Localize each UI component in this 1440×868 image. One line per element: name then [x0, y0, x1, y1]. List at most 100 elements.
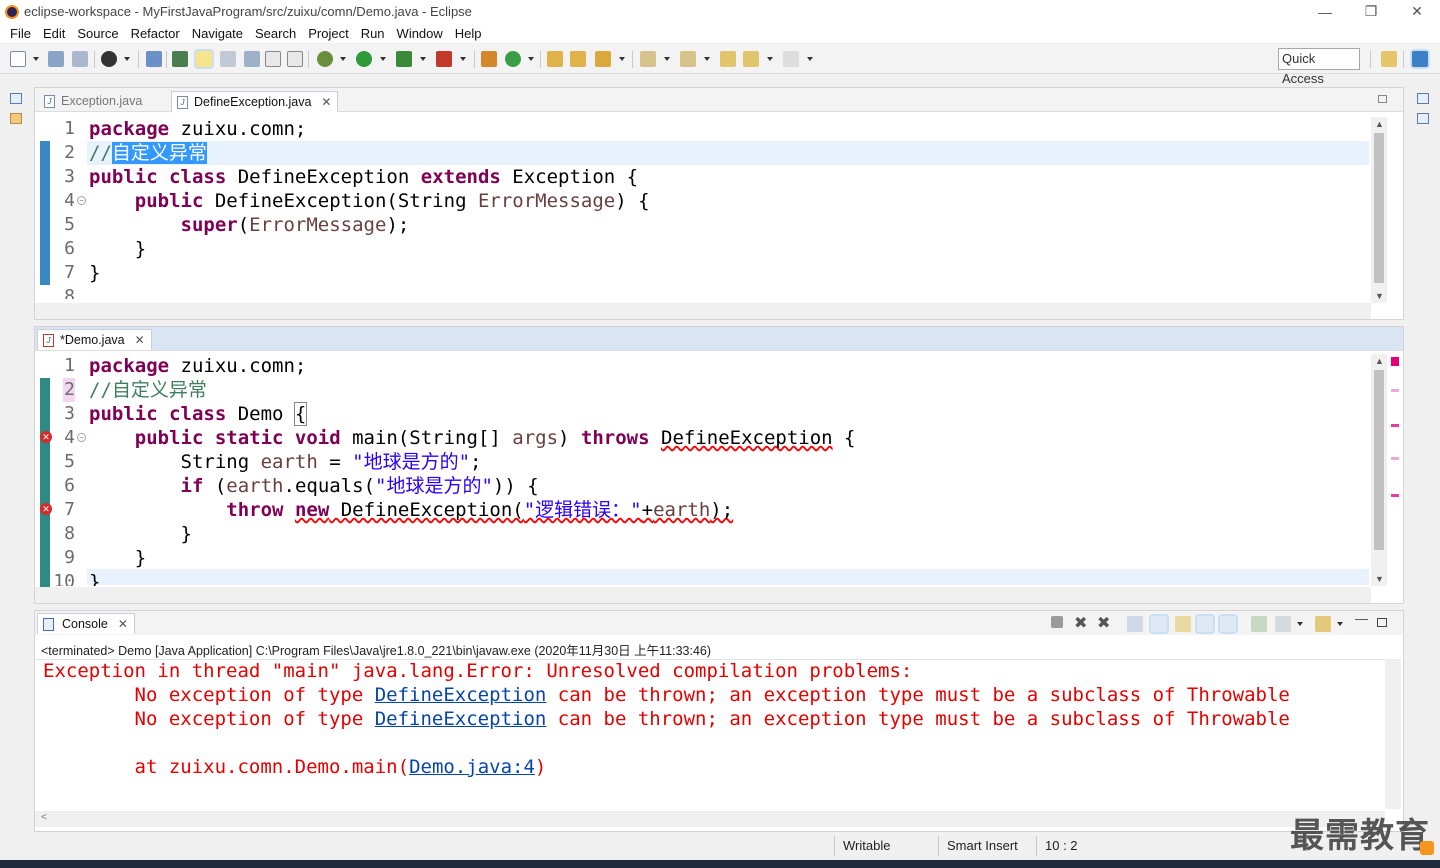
error-marker-icon[interactable]: ✕ [40, 503, 52, 515]
show-source-icon[interactable] [265, 51, 281, 67]
debug-icon[interactable] [317, 51, 333, 67]
error-marker-icon[interactable]: ✕ [40, 431, 52, 443]
back-dropdown-icon[interactable] [767, 57, 773, 61]
forward-icon[interactable] [783, 51, 799, 67]
fold-toggle-icon[interactable]: − [77, 196, 86, 205]
clear-console-icon[interactable] [1127, 616, 1143, 632]
new-file-icon[interactable] [10, 51, 26, 67]
quick-access-input[interactable]: Quick Access [1278, 48, 1360, 86]
menu-window[interactable]: Window [391, 26, 449, 41]
menu-search[interactable]: Search [249, 26, 302, 41]
horizontal-scrollbar[interactable]: < [35, 811, 1385, 827]
stack-trace-link[interactable]: Demo.java:4 [409, 756, 535, 778]
forward-dropdown-icon[interactable] [807, 57, 813, 61]
back-icon[interactable] [743, 51, 759, 67]
annotation-marker[interactable] [1391, 389, 1399, 392]
search-dropdown-icon[interactable] [619, 57, 625, 61]
menu-refactor[interactable]: Refactor [125, 26, 186, 41]
minimize-view-icon[interactable]: — [1355, 611, 1368, 626]
save-all-icon[interactable] [72, 51, 88, 67]
scrollbar-thumb[interactable] [1374, 370, 1384, 550]
coverage-icon[interactable] [396, 51, 412, 67]
maximize-button[interactable]: ❐ [1348, 0, 1394, 23]
word-wrap-icon[interactable] [1175, 616, 1191, 632]
new-class-dropdown-icon[interactable] [528, 57, 534, 61]
open-folder-icon[interactable] [547, 51, 563, 67]
package-explorer-icon[interactable] [10, 113, 22, 124]
horizontal-scrollbar[interactable] [35, 303, 1371, 319]
scroll-lock-icon[interactable] [1151, 616, 1167, 632]
menu-file[interactable]: File [4, 26, 37, 41]
tab-demo-java[interactable]: J *Demo.java ✕ [37, 329, 152, 350]
horizontal-scrollbar[interactable] [35, 587, 1371, 603]
java-perspective-icon[interactable] [1412, 51, 1428, 67]
open-perspective-icon[interactable] [1381, 51, 1397, 67]
close-button[interactable]: ✕ [1394, 0, 1440, 23]
error-marker[interactable] [1391, 424, 1399, 427]
menu-project[interactable]: Project [302, 26, 354, 41]
vertical-scrollbar[interactable] [1385, 659, 1401, 809]
outline-icon[interactable] [1417, 113, 1429, 124]
search-icon[interactable] [595, 51, 611, 67]
show-on-stdout-icon[interactable] [1197, 616, 1213, 632]
fold-toggle-icon[interactable]: − [77, 433, 86, 442]
restore-icon[interactable] [1417, 93, 1429, 104]
minimize-button[interactable]: — [1302, 0, 1348, 23]
scrollbar-thumb[interactable] [1374, 133, 1384, 283]
run-icon[interactable] [356, 51, 372, 67]
new-dropdown-icon[interactable] [33, 57, 39, 61]
block-selection-icon[interactable] [220, 51, 236, 67]
profile-dropdown-icon[interactable] [124, 57, 130, 61]
mark-occurrences-icon[interactable] [196, 51, 212, 67]
open-console-dropdown-icon[interactable] [1337, 622, 1343, 626]
tab-define-exception-java[interactable]: J DefineException.java ✕ [171, 91, 339, 112]
next-annotation-dropdown-icon[interactable] [664, 57, 670, 61]
error-marker[interactable] [1391, 494, 1399, 497]
menu-help[interactable]: Help [449, 26, 488, 41]
vertical-scrollbar[interactable]: ▲ ▼ [1371, 117, 1387, 303]
vertical-scrollbar[interactable]: ▲ ▼ [1371, 354, 1387, 586]
menu-run[interactable]: Run [355, 26, 391, 41]
next-annotation-icon[interactable] [640, 51, 656, 67]
last-edit-location-icon[interactable] [720, 51, 736, 67]
menu-navigate[interactable]: Navigate [186, 26, 249, 41]
restore-icon[interactable] [10, 93, 22, 104]
save-icon[interactable] [48, 51, 64, 67]
display-console-icon[interactable] [1275, 616, 1291, 632]
maximize-view-icon[interactable] [1377, 618, 1387, 627]
pin-console-icon[interactable] [1251, 616, 1267, 632]
open-console-icon[interactable] [1315, 616, 1331, 632]
remove-all-terminated-icon[interactable]: ✖ [1097, 613, 1110, 633]
new-class-icon[interactable] [505, 51, 521, 67]
tab-console[interactable]: Console ✕ [37, 613, 135, 634]
show-on-stderr-icon[interactable] [1220, 616, 1236, 632]
profile-icon[interactable] [101, 51, 117, 67]
menu-edit[interactable]: Edit [37, 26, 71, 41]
open-task-icon[interactable] [570, 51, 586, 67]
close-tab-icon[interactable]: ✕ [135, 330, 145, 350]
debug-dropdown-icon[interactable] [340, 57, 346, 61]
remove-launch-icon[interactable]: ✖ [1074, 613, 1087, 633]
external-tools-dropdown-icon[interactable] [460, 57, 466, 61]
open-type-icon[interactable] [172, 51, 188, 67]
coverage-dropdown-icon[interactable] [420, 57, 426, 61]
annotation-marker[interactable] [1391, 457, 1399, 460]
menu-source[interactable]: Source [71, 26, 124, 41]
minimize-view-icon[interactable] [1378, 95, 1387, 103]
previous-annotation-dropdown-icon[interactable] [704, 57, 710, 61]
type-link[interactable]: DefineException [375, 684, 547, 706]
close-tab-icon[interactable]: ✕ [321, 92, 331, 112]
previous-annotation-icon[interactable] [680, 51, 696, 67]
paragraph-icon[interactable] [287, 51, 303, 67]
skip-breakpoints-icon[interactable] [146, 51, 162, 67]
show-whitespace-icon[interactable] [244, 51, 260, 67]
error-summary-icon[interactable] [1391, 357, 1399, 366]
close-tab-icon[interactable]: ✕ [118, 614, 128, 634]
new-java-project-icon[interactable] [481, 51, 497, 67]
display-console-dropdown-icon[interactable] [1297, 622, 1303, 626]
run-dropdown-icon[interactable] [380, 57, 386, 61]
type-link[interactable]: DefineException [375, 708, 547, 730]
tab-exception-java[interactable]: J Exception.java [39, 91, 150, 112]
terminate-icon[interactable] [1051, 616, 1063, 628]
external-tools-icon[interactable] [436, 51, 452, 67]
